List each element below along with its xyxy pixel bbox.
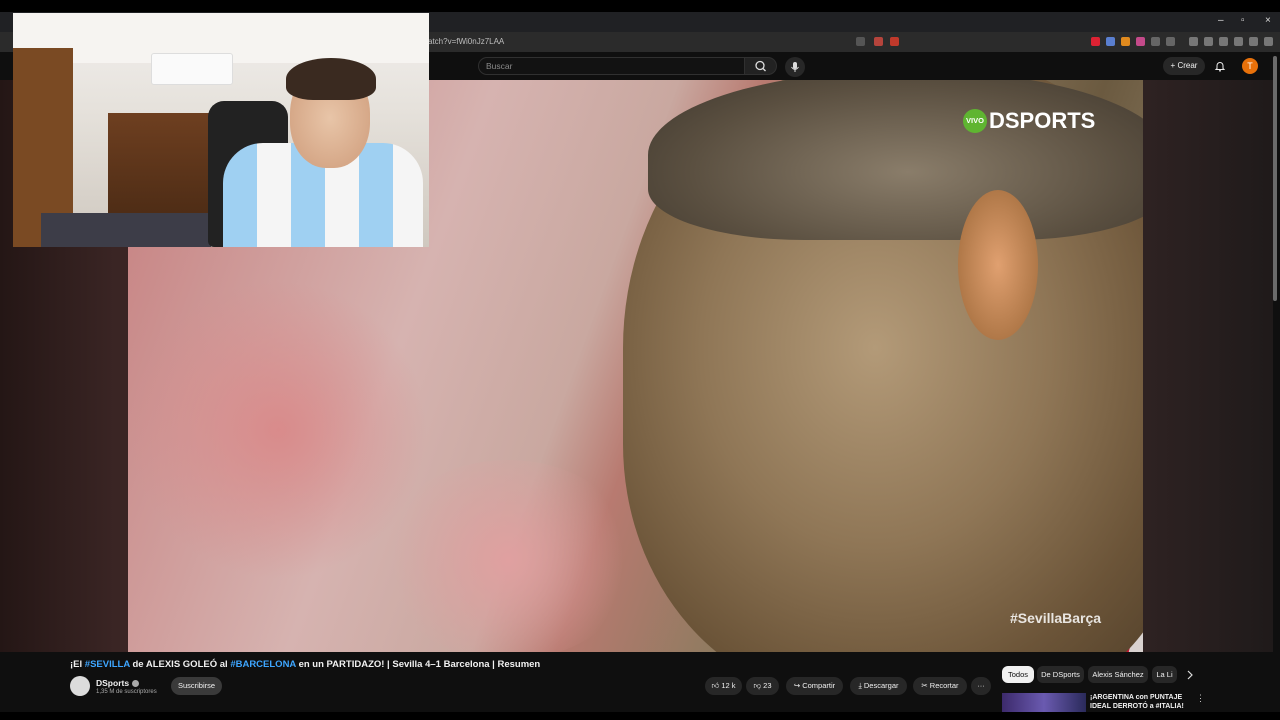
search-input[interactable] [478,57,745,75]
alert-icon[interactable] [890,37,899,46]
like-button[interactable]: 👍︎ 12 k [705,677,742,695]
screen-top-border [0,0,1280,12]
like-count: 12 k [721,681,736,690]
chip-all[interactable]: Todos [1002,666,1034,683]
recommendation-menu-icon[interactable]: ⋮ [1196,693,1205,704]
title-text: de ALEXIS GOLEÓ al [129,659,231,670]
chip-la-liga[interactable]: La Li [1152,666,1177,683]
search-placeholder: Buscar [486,61,513,71]
chip-from-dsports[interactable]: De DSports [1037,666,1084,683]
thumbs-up-icon: 👍︎ [711,681,722,690]
extensions-puzzle-icon[interactable] [1234,37,1243,46]
recommendation-title[interactable]: ¡ARGENTINA con PUNTAJE IDEAL DERROTÓ a #… [1090,693,1190,711]
video-title: ¡El #SEVILLA de ALEXIS GOLEÓ al #BARCELO… [70,659,540,670]
sidebar-icon[interactable] [1204,37,1213,46]
screen-bottom-border [0,712,1280,720]
chip-alexis-sanchez[interactable]: Alexis Sánchez [1088,666,1148,683]
webcam-desk [41,213,211,247]
extension-icon[interactable] [1136,37,1145,46]
share-icon: ↪ [793,681,803,690]
title-text: en un PARTIDAZO! | Sevilla 4–1 Barcelona… [295,659,541,670]
player-hair [648,80,1143,240]
hashtag-link[interactable]: #BARCELONA [230,659,296,670]
search-button[interactable] [745,57,777,75]
subscriber-count: 1,35 M de suscriptores [96,689,157,695]
create-button[interactable]: + Crear [1163,57,1205,75]
share-button[interactable]: ↪ Compartir [786,677,843,695]
maximize-button[interactable]: ▫ [1241,14,1245,28]
vpn-icon[interactable] [1249,37,1258,46]
subscribe-button[interactable]: Suscribirse [171,677,222,695]
thumbs-down-icon: 👎︎ [753,681,764,690]
dislike-button[interactable]: 👎︎ 23 [746,677,779,695]
clip-button[interactable]: ✂ Recortar [913,677,967,695]
download-label: Descargar [863,681,899,690]
webcam-streamer-hair [286,58,376,100]
verified-badge-icon [132,680,140,688]
extension-icon[interactable] [1151,37,1160,46]
channel-avatar[interactable] [70,676,90,696]
streamer-webcam-overlay [13,13,429,247]
more-actions-button[interactable]: ··· [971,677,991,695]
notifications-bell-icon[interactable] [1214,60,1226,72]
vivo-logo: VIVO [963,109,987,133]
player-ear [958,190,1038,340]
url-text[interactable]: atch?v=fWi0nJz7LAA [428,37,504,46]
close-button[interactable]: × [1265,14,1271,28]
channel-name[interactable]: DSports [96,678,140,688]
dislike-count: 23 [763,681,772,690]
hashtag-link[interactable]: #SEVILLA [85,659,130,670]
chevron-right-icon[interactable] [1186,670,1194,680]
clip-label: Recortar [929,681,959,690]
scissors-icon: ✂ [921,681,930,690]
microphone-icon [791,62,799,72]
media-icon[interactable] [1189,37,1198,46]
page-scrollbar[interactable] [1273,56,1277,301]
cast-icon[interactable] [856,37,865,46]
menu-icon[interactable] [1264,37,1273,46]
title-text: ¡El [70,659,85,670]
wallet-icon[interactable] [1219,37,1228,46]
user-avatar[interactable]: T [1242,58,1258,74]
video-hashtag-overlay: #SevillaBarça [1010,610,1102,626]
download-button[interactable]: ⤓ Descargar [850,677,907,695]
voice-search-button[interactable] [785,57,805,77]
dsports-logo: DSPORTS [989,108,1096,133]
extension-icon[interactable] [1121,37,1130,46]
extension-icon[interactable] [1091,37,1100,46]
minimize-button[interactable]: – [1218,14,1224,28]
search-icon [755,60,766,72]
share-label: Compartir [802,681,836,690]
recommendation-thumbnail[interactable] [1002,693,1086,713]
brave-shield-icon[interactable] [874,37,883,46]
channel-name-text[interactable]: DSports [96,678,129,688]
create-label: Crear [1177,61,1198,70]
extension-icon[interactable] [1166,37,1175,46]
extension-icon[interactable] [1106,37,1115,46]
video-background-blur [378,460,638,652]
webcam-air-conditioner [151,53,233,85]
